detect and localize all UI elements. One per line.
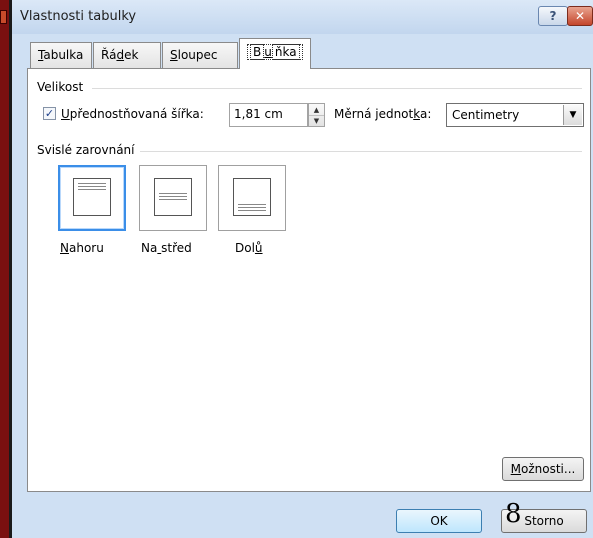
dialog-title: Vlastnosti tabulky [20, 9, 137, 24]
align-middle-button[interactable] [139, 165, 207, 231]
align-top-button[interactable] [58, 165, 126, 231]
preferred-width-checkbox[interactable]: ✓ [43, 107, 56, 120]
tab-radek[interactable]: Řádek [93, 42, 161, 68]
vertical-alignment-group-title: Svislé zarovnání [37, 143, 135, 157]
help-button[interactable]: ? [538, 6, 568, 26]
preferred-width-label: Upřednostňovaná šířka: [61, 107, 204, 121]
options-button[interactable]: Možnosti... [502, 457, 584, 481]
align-middle-icon [154, 178, 192, 216]
checkmark-icon: ✓ [44, 107, 55, 120]
tab-tabulka[interactable]: Tabulka [30, 42, 92, 68]
cursor-icon: 8 [505, 499, 522, 529]
title-bar[interactable]: Vlastnosti tabulky ? ✕ [12, 0, 593, 34]
close-button[interactable]: ✕ [567, 6, 593, 26]
help-icon: ? [549, 9, 557, 23]
size-group-title: Velikost [37, 80, 84, 94]
unit-select-value: Centimetry [452, 108, 520, 122]
chevron-down-icon[interactable]: ▼ [563, 105, 582, 125]
tab-bunka[interactable]: Bu ňka [239, 38, 311, 69]
preferred-width-input[interactable]: 1,81 cm [229, 103, 308, 127]
align-top-icon [73, 178, 111, 216]
align-middle-label: Na střed [141, 241, 192, 255]
align-bottom-label: Dolů [235, 241, 263, 255]
tab-sloupec[interactable]: Sloupec [162, 42, 238, 68]
align-bottom-button[interactable] [218, 165, 286, 231]
align-top-label: Nahoru [60, 241, 104, 255]
table-properties-dialog: Vlastnosti tabulky ? ✕ Tabulka Řádek Slo… [9, 0, 593, 538]
close-icon: ✕ [574, 9, 586, 23]
spin-down-icon[interactable]: ▼ [309, 115, 324, 126]
tab-panel-bunka: Velikost ✓ Upřednostňovaná šířka: 1,81 c… [27, 68, 591, 492]
size-group-divider [92, 88, 582, 89]
align-bottom-icon [233, 178, 271, 216]
ok-button[interactable]: OK [396, 509, 482, 533]
background-window-edge [0, 0, 9, 538]
unit-label: Měrná jednotka: [334, 107, 432, 121]
preferred-width-spinner[interactable]: ▲ ▼ [308, 103, 325, 127]
unit-select[interactable]: Centimetry ▼ [446, 103, 584, 127]
app-icon [0, 10, 7, 24]
vertical-alignment-divider [140, 151, 582, 152]
